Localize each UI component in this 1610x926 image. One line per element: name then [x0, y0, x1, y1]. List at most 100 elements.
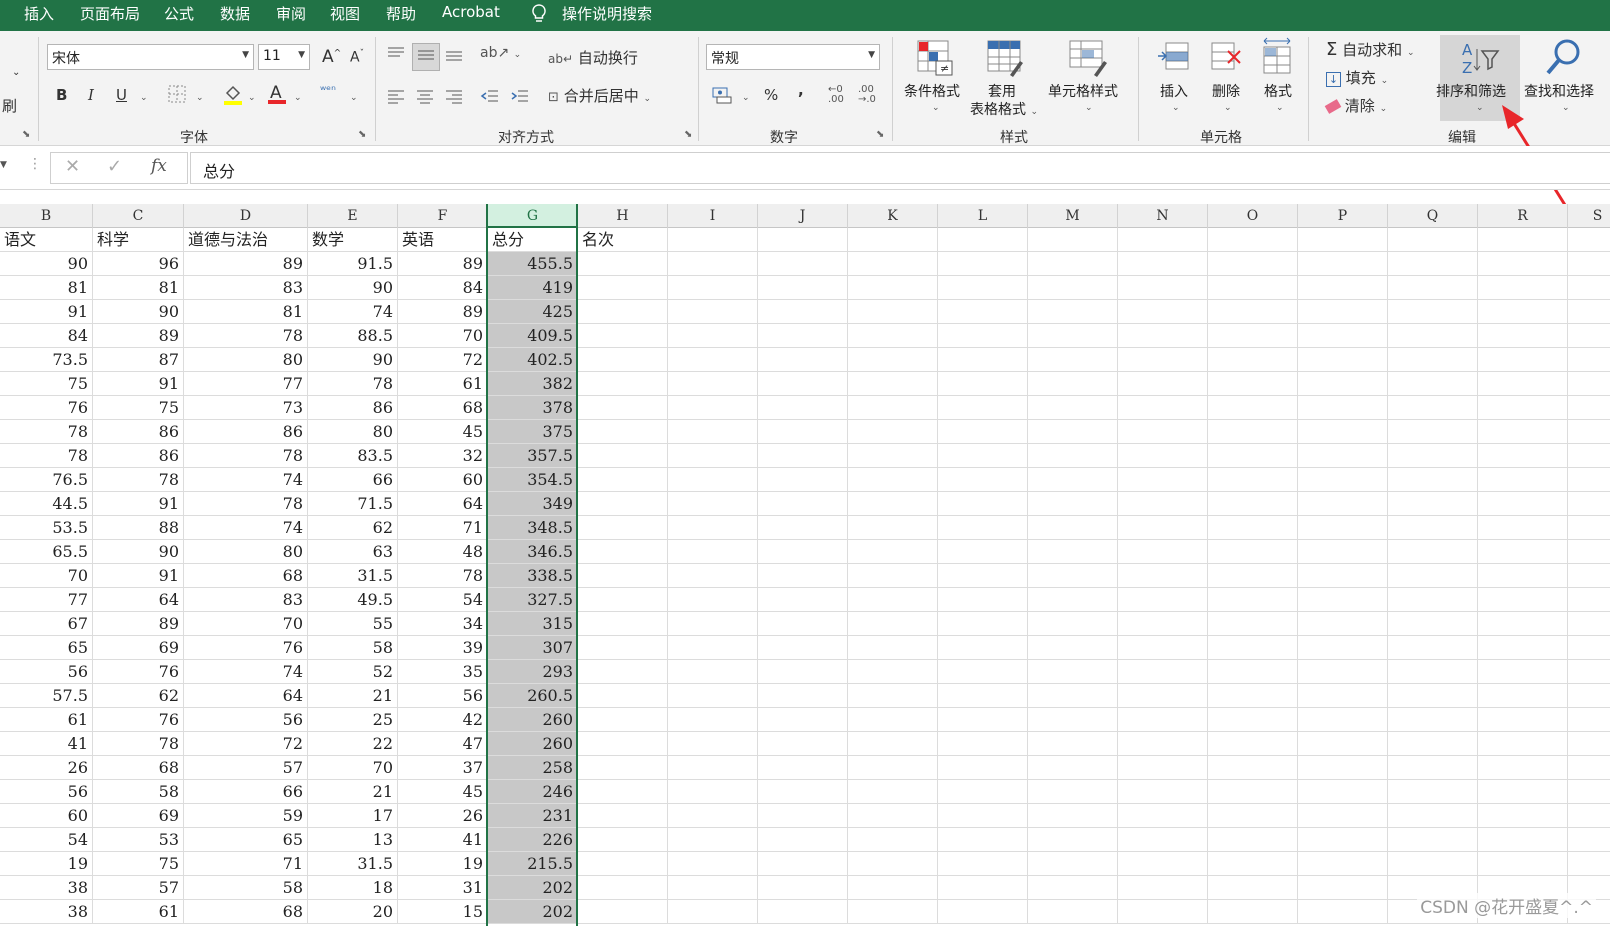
cell[interactable] [1118, 708, 1208, 732]
cell[interactable] [1028, 684, 1118, 708]
cell[interactable]: 81 [0, 276, 93, 300]
cell[interactable] [1568, 804, 1610, 828]
cell[interactable]: 34 [398, 612, 488, 636]
cell[interactable] [1388, 708, 1478, 732]
cell[interactable] [1388, 732, 1478, 756]
header-cell[interactable]: 总分 [488, 228, 578, 252]
cell[interactable] [1478, 300, 1568, 324]
cell[interactable]: 68 [398, 396, 488, 420]
chevron-down-icon[interactable]: ⌄ [1085, 103, 1093, 113]
cell[interactable] [1388, 540, 1478, 564]
cell[interactable] [938, 732, 1028, 756]
cell[interactable] [1568, 348, 1610, 372]
cell[interactable] [1388, 852, 1478, 876]
cell[interactable] [1298, 852, 1388, 876]
cell[interactable] [1028, 540, 1118, 564]
cell[interactable] [1298, 660, 1388, 684]
cell[interactable]: 90 [0, 252, 93, 276]
cell[interactable]: 62 [93, 684, 184, 708]
cell[interactable] [1478, 276, 1568, 300]
cell[interactable] [668, 516, 758, 540]
header-cell[interactable]: 英语 [398, 228, 488, 252]
cell[interactable] [848, 876, 938, 900]
cell[interactable]: 91 [0, 300, 93, 324]
cell[interactable] [848, 540, 938, 564]
column-header-n[interactable]: N [1118, 204, 1208, 228]
cell[interactable]: 76 [93, 660, 184, 684]
cell[interactable]: 21 [308, 780, 398, 804]
cell[interactable] [1118, 516, 1208, 540]
cell[interactable] [1118, 564, 1208, 588]
cell[interactable]: 66 [308, 468, 398, 492]
cell[interactable] [578, 372, 668, 396]
cell[interactable]: 60 [0, 804, 93, 828]
cell[interactable] [668, 900, 758, 924]
cell[interactable]: 54 [398, 588, 488, 612]
cell[interactable]: 44.5 [0, 492, 93, 516]
cell[interactable] [578, 660, 668, 684]
accounting-format-icon[interactable] [712, 85, 734, 109]
cell[interactable] [848, 300, 938, 324]
cell[interactable] [578, 396, 668, 420]
dialog-launcher-icon[interactable]: ⬊ [876, 129, 884, 140]
cell[interactable] [848, 396, 938, 420]
cell[interactable] [1568, 492, 1610, 516]
cell[interactable] [1478, 732, 1568, 756]
cell[interactable] [848, 444, 938, 468]
insert-cells-icon[interactable] [1156, 39, 1192, 81]
cell[interactable] [1478, 660, 1568, 684]
cell[interactable]: 57 [93, 876, 184, 900]
cell[interactable]: 84 [0, 324, 93, 348]
cell[interactable] [758, 828, 848, 852]
cell[interactable] [938, 300, 1028, 324]
cell[interactable] [1208, 900, 1298, 924]
column-header-g[interactable]: G [488, 204, 578, 228]
cell[interactable]: 78 [0, 420, 93, 444]
cell[interactable] [1118, 660, 1208, 684]
cell[interactable] [1208, 492, 1298, 516]
cell[interactable] [758, 756, 848, 780]
header-cell[interactable] [668, 228, 758, 252]
cell[interactable] [758, 612, 848, 636]
align-middle-icon[interactable] [412, 43, 440, 71]
cell[interactable]: 38 [0, 900, 93, 924]
column-header-o[interactable]: O [1208, 204, 1298, 228]
wrap-text-button[interactable]: ab↵ 自动换行 [548, 47, 638, 68]
cell[interactable] [578, 420, 668, 444]
cell[interactable] [1298, 684, 1388, 708]
cell[interactable] [758, 324, 848, 348]
cell[interactable]: 96 [93, 252, 184, 276]
cell[interactable] [668, 636, 758, 660]
cell[interactable] [1298, 516, 1388, 540]
cell[interactable] [848, 492, 938, 516]
cell[interactable]: 49.5 [308, 588, 398, 612]
header-cell[interactable] [1208, 228, 1298, 252]
cell[interactable]: 78 [398, 564, 488, 588]
cell[interactable]: 419 [488, 276, 578, 300]
cell[interactable]: 91 [93, 372, 184, 396]
header-cell[interactable] [938, 228, 1028, 252]
cell[interactable] [758, 540, 848, 564]
cell[interactable] [758, 396, 848, 420]
cell[interactable] [1568, 276, 1610, 300]
cell[interactable]: 91.5 [308, 252, 398, 276]
cell[interactable]: 327.5 [488, 588, 578, 612]
cell[interactable] [1568, 732, 1610, 756]
cell[interactable]: 22 [308, 732, 398, 756]
cell[interactable]: 346.5 [488, 540, 578, 564]
cell[interactable] [1298, 780, 1388, 804]
cell[interactable] [1118, 492, 1208, 516]
cell[interactable]: 39 [398, 636, 488, 660]
cell[interactable]: 54 [0, 828, 93, 852]
cell[interactable] [1568, 780, 1610, 804]
format-cells-icon[interactable] [1260, 37, 1296, 81]
cell[interactable]: 77 [0, 588, 93, 612]
cell[interactable] [1028, 348, 1118, 372]
cell[interactable] [1388, 444, 1478, 468]
align-center-icon[interactable] [415, 87, 435, 109]
cell[interactable] [848, 756, 938, 780]
cell[interactable]: 71.5 [308, 492, 398, 516]
cell[interactable]: 70 [308, 756, 398, 780]
cell[interactable] [668, 708, 758, 732]
cell[interactable]: 20 [308, 900, 398, 924]
